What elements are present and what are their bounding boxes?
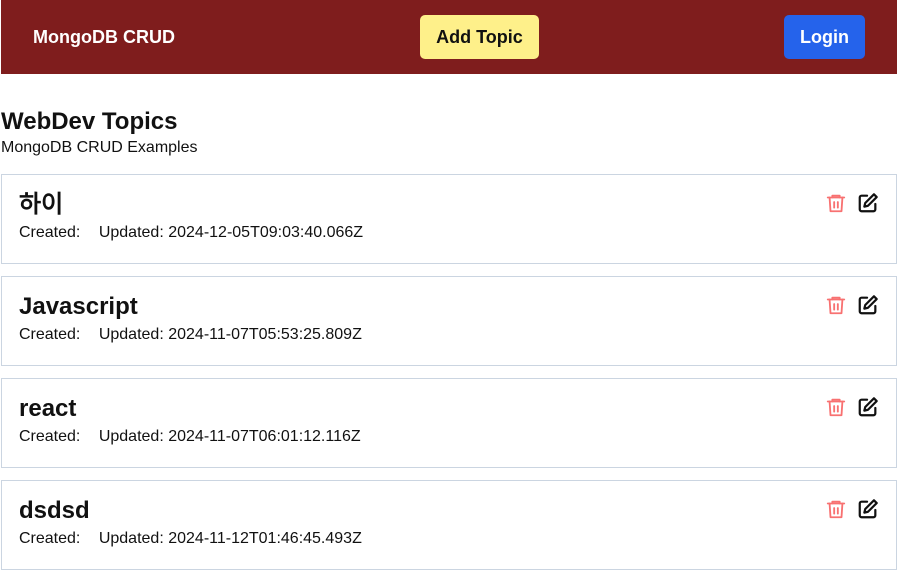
updated-label: Updated: [98, 224, 164, 241]
updated-timestamp: 2024-12-05T09:03:40.066Z [168, 224, 364, 241]
created-label: Created: [19, 530, 81, 547]
navbar: MongoDB CRUD Add Topic Login [1, 0, 897, 74]
updated-timestamp: 2024-11-07T06:01:12.116Z [168, 428, 361, 445]
brand-link[interactable]: MongoDB CRUD [33, 27, 175, 48]
topic-title: dsdsd [19, 497, 90, 524]
topic-meta: Created: Updated: 2024-11-07T06:01:12.11… [19, 427, 879, 447]
topic-title: react [19, 395, 77, 422]
updated-timestamp: 2024-11-12T01:46:45.493Z [168, 530, 362, 547]
topic-actions [825, 396, 879, 418]
page-subtitle: MongoDB CRUD Examples [1, 139, 198, 156]
page-title: WebDev Topics [1, 108, 178, 135]
topic-card: dsdsd Created: Updated: 2024-11-12T01:46… [1, 480, 897, 570]
updated-timestamp: 2024-11-07T05:53:25.809Z [168, 326, 362, 343]
trash-icon[interactable] [825, 498, 847, 520]
created-label: Created: [19, 326, 81, 343]
page-heading: WebDev Topics MongoDB CRUD Examples [1, 108, 198, 158]
topic-title: 하이 [19, 191, 64, 218]
updated-label: Updated: [98, 428, 164, 445]
topic-list: 하이 Created: Updated: 2024-12-05T09:03:40… [1, 174, 897, 582]
topic-meta: Created: Updated: 2024-11-07T05:53:25.80… [19, 325, 879, 345]
edit-icon[interactable] [857, 396, 879, 418]
topic-meta: Created: Updated: 2024-12-05T09:03:40.06… [19, 223, 879, 243]
trash-icon[interactable] [825, 192, 847, 214]
add-topic-button[interactable]: Add Topic [419, 15, 539, 59]
topic-meta: Created: Updated: 2024-11-12T01:46:45.49… [19, 529, 879, 549]
created-label: Created: [19, 428, 81, 445]
trash-icon[interactable] [825, 294, 847, 316]
edit-icon[interactable] [857, 498, 879, 520]
topic-card: 하이 Created: Updated: 2024-12-05T09:03:40… [1, 174, 897, 264]
topic-title: Javascript [19, 293, 138, 320]
topic-actions [825, 294, 879, 316]
topic-card: Javascript Created: Updated: 2024-11-07T… [1, 276, 897, 366]
login-button[interactable]: Login [783, 15, 865, 59]
topic-actions [825, 192, 879, 214]
updated-label: Updated: [98, 530, 164, 547]
created-label: Created: [19, 224, 81, 241]
updated-label: Updated: [98, 326, 164, 343]
edit-icon[interactable] [857, 192, 879, 214]
edit-icon[interactable] [857, 294, 879, 316]
trash-icon[interactable] [825, 396, 847, 418]
topic-actions [825, 498, 879, 520]
topic-card: react Created: Updated: 2024-11-07T06:01… [1, 378, 897, 468]
